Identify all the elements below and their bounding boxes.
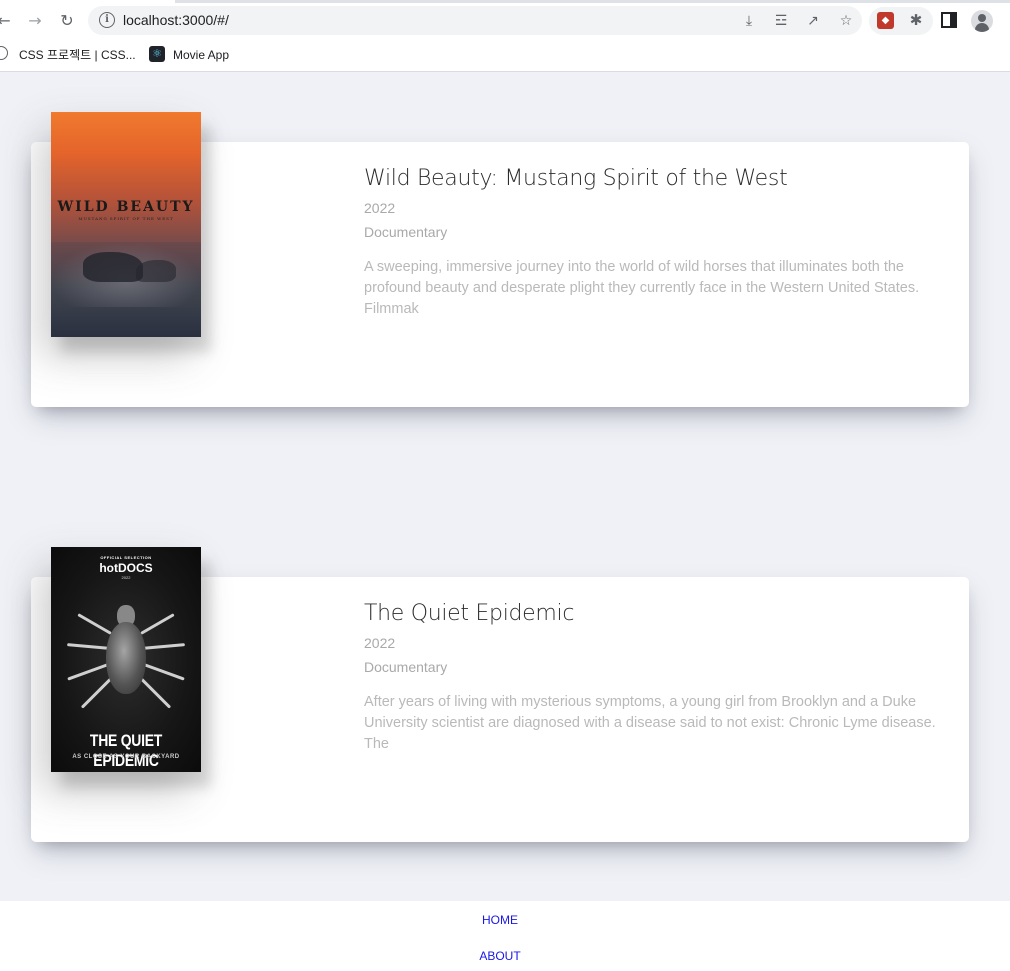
install-app-icon[interactable]: ⤓ <box>739 11 759 31</box>
poster-title: WILD BEAUTY <box>57 199 195 215</box>
poster-horse <box>136 260 176 282</box>
forward-arrow-icon[interactable]: → <box>24 10 46 32</box>
movie-title[interactable]: The Quiet Epidemic <box>364 599 954 629</box>
movie-title[interactable]: Wild Beauty: Mustang Spirit of the West <box>364 164 954 194</box>
react-icon: ⚛ <box>149 46 165 62</box>
movie-info: The Quiet Epidemic 2022 Documentary Afte… <box>364 599 954 755</box>
movie-poster[interactable]: OFFICIAL SELECTION hotDOCS 2022 THE QUIE… <box>51 547 201 772</box>
movie-summary: After years of living with mysterious sy… <box>364 694 936 752</box>
bookmark-css-project[interactable]: CSS 프로젝트 | CSS... <box>19 44 136 66</box>
back-arrow-icon[interactable]: ← <box>0 10 15 32</box>
browser-toolbar: ← → ↻ i localhost:3000/#/ ⤓ ☲ ↗ ☆ ◆ ✱ <box>0 0 1010 42</box>
tick-leg <box>67 662 112 681</box>
poster-festival-year: 2022 <box>121 575 131 580</box>
movie-card: OFFICIAL SELECTION hotDOCS 2022 THE QUIE… <box>31 547 969 842</box>
poster-tagline: AS CLOSE AS YOUR BACKYARD <box>72 754 180 760</box>
movie-genre: Documentary <box>364 224 448 240</box>
movie-summary: A sweeping, immersive journey into the w… <box>364 259 920 317</box>
poster-title: THE QUIET EPIDEMIC <box>89 731 163 770</box>
puzzle-icon[interactable]: ✱ <box>906 10 926 30</box>
tab-strip-edge <box>175 0 1010 3</box>
nav-home-link[interactable]: HOME <box>0 913 1000 927</box>
movie-info: Wild Beauty: Mustang Spirit of the West … <box>364 164 954 320</box>
profile-avatar-icon[interactable] <box>971 10 993 32</box>
movie-poster[interactable]: WILD BEAUTY MUSTANG SPIRIT OF THE WEST <box>51 112 201 337</box>
url-text[interactable]: localhost:3000/#/ <box>123 12 229 28</box>
movie-genre: Documentary <box>364 659 448 675</box>
bookmark-star-icon[interactable]: ☆ <box>836 11 856 31</box>
poster-horse <box>83 252 143 282</box>
share-icon[interactable]: ↗ <box>803 11 823 31</box>
movie-card: WILD BEAUTY MUSTANG SPIRIT OF THE WEST W… <box>31 112 969 407</box>
tick-leg <box>137 675 172 709</box>
poster-subtitle: MUSTANG SPIRIT OF THE WEST <box>78 216 174 221</box>
site-info-icon[interactable]: i <box>99 12 115 28</box>
tick-leg <box>67 643 112 650</box>
poster-festival-logo: hotDOCS <box>99 561 153 575</box>
tick-leg <box>77 613 112 635</box>
tick-leg <box>140 643 185 650</box>
navigation: HOME ABOUT <box>0 901 1010 971</box>
extension-icon[interactable]: ◆ <box>877 12 894 29</box>
poster-selection-label: OFFICIAL SELECTION <box>100 555 152 560</box>
tick-body <box>106 622 146 694</box>
translate-icon[interactable]: ☲ <box>771 11 791 31</box>
bookmark-movie-app[interactable]: Movie App <box>173 44 229 66</box>
nav-about-link[interactable]: ABOUT <box>0 949 1000 963</box>
movie-year: 2022 <box>364 200 396 216</box>
address-bar[interactable]: i localhost:3000/#/ ⤓ ☲ ↗ ☆ <box>88 6 862 35</box>
tick-leg <box>140 662 185 681</box>
movie-year: 2022 <box>364 635 396 651</box>
globe-icon <box>0 46 8 60</box>
side-panel-icon[interactable] <box>941 12 957 28</box>
tick-leg <box>140 613 175 635</box>
reload-icon[interactable]: ↻ <box>56 10 78 32</box>
extensions-group: ◆ ✱ <box>869 7 933 35</box>
